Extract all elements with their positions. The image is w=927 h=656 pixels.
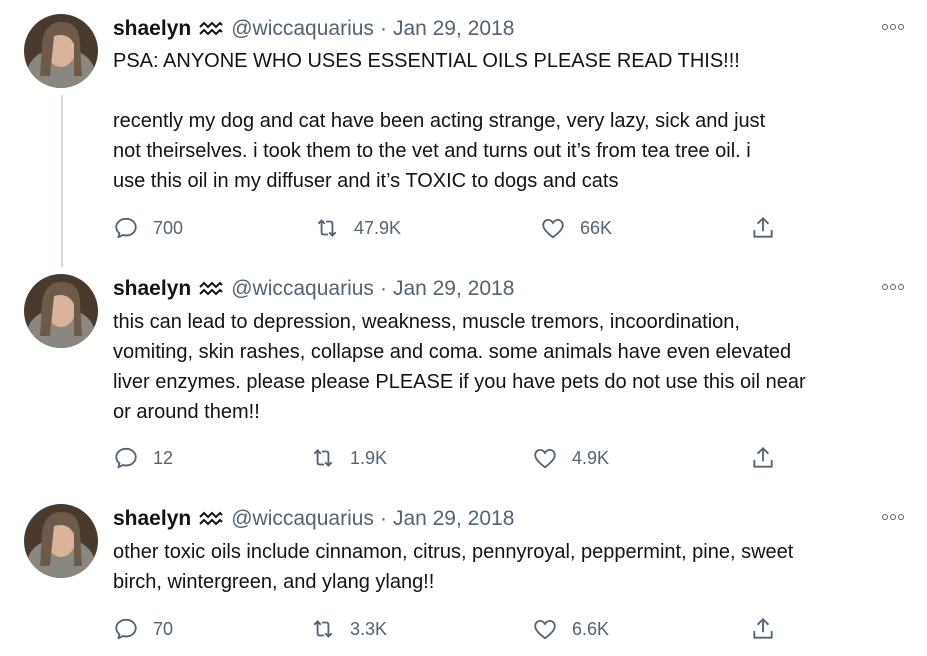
tweet: shaelyn @wiccaquarius · Jan 29, 2018 thi… bbox=[0, 274, 927, 474]
tweet-text-line: vomiting, skin rashes, collapse and coma… bbox=[113, 341, 792, 363]
heart-icon bbox=[542, 218, 564, 239]
like-button[interactable]: 66K bbox=[540, 213, 612, 243]
share-button[interactable] bbox=[750, 213, 776, 243]
tweet-header: shaelyn @wiccaquarius · Jan 29, 2018 bbox=[113, 504, 514, 534]
like-count: 66K bbox=[580, 217, 613, 238]
more-icon[interactable] bbox=[882, 24, 904, 30]
tweet-text-line: this can lead to depression, weakness, m… bbox=[113, 311, 740, 333]
retweet-button[interactable]: 47.9K bbox=[314, 213, 401, 243]
heart-icon bbox=[534, 619, 556, 640]
tweet-text-line: or around them!! bbox=[113, 401, 260, 423]
share-button[interactable] bbox=[750, 443, 776, 473]
tweet-text-line: recently my dog and cat have been acting… bbox=[113, 110, 766, 132]
avatar[interactable] bbox=[24, 504, 98, 578]
display-name[interactable]: shaelyn bbox=[113, 17, 191, 41]
tweet-text-line: PSA: ANYONE WHO USES ESSENTIAL OILS PLEA… bbox=[113, 50, 740, 72]
avatar-image bbox=[24, 504, 98, 578]
retweet-icon bbox=[317, 219, 337, 237]
user-handle[interactable]: @wiccaquarius bbox=[231, 277, 374, 301]
retweet-icon bbox=[313, 449, 333, 467]
separator-dot: · bbox=[379, 17, 387, 40]
heart-icon bbox=[534, 448, 556, 469]
reply-button[interactable]: 12 bbox=[113, 443, 173, 473]
tweet-text-line: liver enzymes. please please PLEASE if y… bbox=[113, 371, 806, 393]
tweet-text: other toxic oils include cinnamon, citru… bbox=[113, 537, 793, 597]
tweet-actions: 12 1.9K 4.9K bbox=[113, 443, 783, 473]
like-button[interactable]: 6.6K bbox=[532, 614, 609, 644]
like-button[interactable]: 4.9K bbox=[532, 443, 609, 473]
display-name[interactable]: shaelyn bbox=[113, 507, 191, 531]
aquarius-icon bbox=[199, 21, 223, 37]
tweet-header: shaelyn @wiccaquarius · Jan 29, 2018 bbox=[113, 14, 514, 44]
tweet-text: this can lead to depression, weakness, m… bbox=[113, 307, 806, 427]
retweet-icon bbox=[313, 620, 333, 638]
tweet-date[interactable]: Jan 29, 2018 bbox=[393, 507, 514, 531]
reply-icon bbox=[115, 217, 137, 239]
more-icon[interactable] bbox=[882, 284, 904, 290]
avatar[interactable] bbox=[24, 14, 98, 88]
avatar-image bbox=[24, 274, 98, 348]
tweet-text-line: birch, wintergreen, and ylang ylang!! bbox=[113, 571, 435, 593]
reply-icon bbox=[115, 447, 137, 469]
user-handle[interactable]: @wiccaquarius bbox=[231, 507, 374, 531]
aquarius-icon bbox=[199, 511, 223, 527]
retweet-count: 47.9K bbox=[354, 217, 402, 238]
tweet-text: PSA: ANYONE WHO USES ESSENTIAL OILS PLEA… bbox=[113, 46, 765, 196]
retweet-count: 1.9K bbox=[350, 447, 388, 468]
user-handle[interactable]: @wiccaquarius bbox=[231, 17, 374, 41]
tweet-text-line: other toxic oils include cinnamon, citru… bbox=[113, 541, 794, 563]
tweet-actions: 70 3.3K 6.6K bbox=[113, 614, 783, 644]
retweet-button[interactable]: 3.3K bbox=[310, 614, 387, 644]
tweet-text-line: use this oil in my diffuser and it’s TOX… bbox=[113, 170, 619, 192]
separator-dot: · bbox=[379, 277, 387, 300]
share-icon bbox=[753, 216, 773, 238]
reply-count: 12 bbox=[153, 447, 174, 468]
share-button[interactable] bbox=[750, 614, 776, 644]
more-icon[interactable] bbox=[882, 514, 904, 520]
share-icon bbox=[753, 617, 773, 639]
retweet-button[interactable]: 1.9K bbox=[310, 443, 387, 473]
tweet-actions: 700 47.9K 66K bbox=[113, 213, 783, 243]
share-icon bbox=[753, 446, 773, 468]
like-count: 6.6K bbox=[572, 618, 610, 639]
reply-button[interactable]: 70 bbox=[113, 614, 173, 644]
tweet: shaelyn @wiccaquarius · Jan 29, 2018 PSA… bbox=[0, 14, 927, 254]
tweet-text-line: not theirselves. i took them to the vet … bbox=[113, 140, 751, 162]
avatar-image bbox=[24, 14, 98, 88]
tweet-date[interactable]: Jan 29, 2018 bbox=[393, 17, 514, 41]
display-name[interactable]: shaelyn bbox=[113, 277, 191, 301]
tweet-text-line bbox=[113, 76, 765, 106]
tweet: shaelyn @wiccaquarius · Jan 29, 2018 oth… bbox=[0, 504, 927, 649]
tweet-header: shaelyn @wiccaquarius · Jan 29, 2018 bbox=[113, 274, 514, 304]
reply-button[interactable]: 700 bbox=[113, 213, 183, 243]
reply-count: 700 bbox=[153, 217, 184, 238]
reply-icon bbox=[115, 618, 137, 640]
avatar[interactable] bbox=[24, 274, 98, 348]
retweet-count: 3.3K bbox=[350, 618, 388, 639]
tweet-date[interactable]: Jan 29, 2018 bbox=[393, 277, 514, 301]
reply-count: 70 bbox=[153, 618, 174, 639]
like-count: 4.9K bbox=[572, 447, 610, 468]
aquarius-icon bbox=[199, 281, 223, 297]
separator-dot: · bbox=[379, 507, 387, 530]
